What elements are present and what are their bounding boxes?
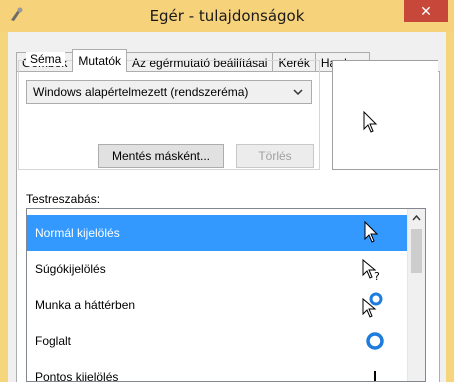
delete-button[interactable]: Törlés (236, 144, 314, 168)
list-item-label: Munka a háttérben (35, 298, 136, 312)
scheme-legend: Séma (26, 52, 66, 66)
scheme-dropdown[interactable]: Windows alapértelmezett (rendszeréma) (26, 80, 312, 104)
list-item-label: Súgókijelölés (35, 262, 106, 276)
svg-text:?: ? (374, 270, 380, 283)
close-button[interactable]: ✕ (404, 0, 448, 22)
mouse-properties-window: Egér - tulajdonságok ✕ Gombok Mutatók Az… (0, 0, 454, 382)
title-bar[interactable]: Egér - tulajdonságok ✕ (0, 0, 454, 32)
save-as-button[interactable]: Mentés másként... (98, 144, 224, 168)
cursor-list[interactable]: Normál kijelölés Súgókijelölés ? Munka a… (26, 208, 426, 382)
list-item[interactable]: Munka a háttérben (27, 287, 407, 323)
arrow-cursor-icon (364, 220, 379, 243)
cursor-preview (332, 60, 438, 170)
chevron-up-icon (412, 214, 421, 220)
help-cursor-icon: ? (362, 258, 380, 283)
list-item[interactable]: Foglalt (27, 323, 407, 359)
scroll-up-button[interactable] (408, 209, 425, 226)
busy-cursor-icon (366, 332, 384, 350)
list-item-label: Pontos kijelölés (35, 370, 119, 382)
tab-mutatok[interactable]: Mutatók (72, 49, 128, 72)
list-item[interactable]: Pontos kijelölés (27, 359, 407, 382)
precision-cursor-icon (374, 371, 376, 381)
list-scrollbar[interactable] (407, 209, 425, 381)
list-item[interactable]: Súgókijelölés ? (27, 251, 407, 287)
arrow-cursor-preview-icon (363, 111, 378, 133)
list-item[interactable]: Normál kijelölés (27, 215, 407, 251)
scheme-selected-value: Windows alapértelmezett (rendszeréma) (33, 85, 249, 99)
scroll-thumb[interactable] (411, 229, 422, 273)
working-background-cursor-icon (362, 292, 383, 318)
window-title: Egér - tulajdonságok (149, 7, 305, 25)
customize-label: Testreszabás: (26, 192, 101, 206)
list-item-label: Normál kijelölés (35, 226, 120, 240)
list-item-label: Foglalt (35, 334, 72, 348)
chevron-down-icon (293, 89, 303, 96)
